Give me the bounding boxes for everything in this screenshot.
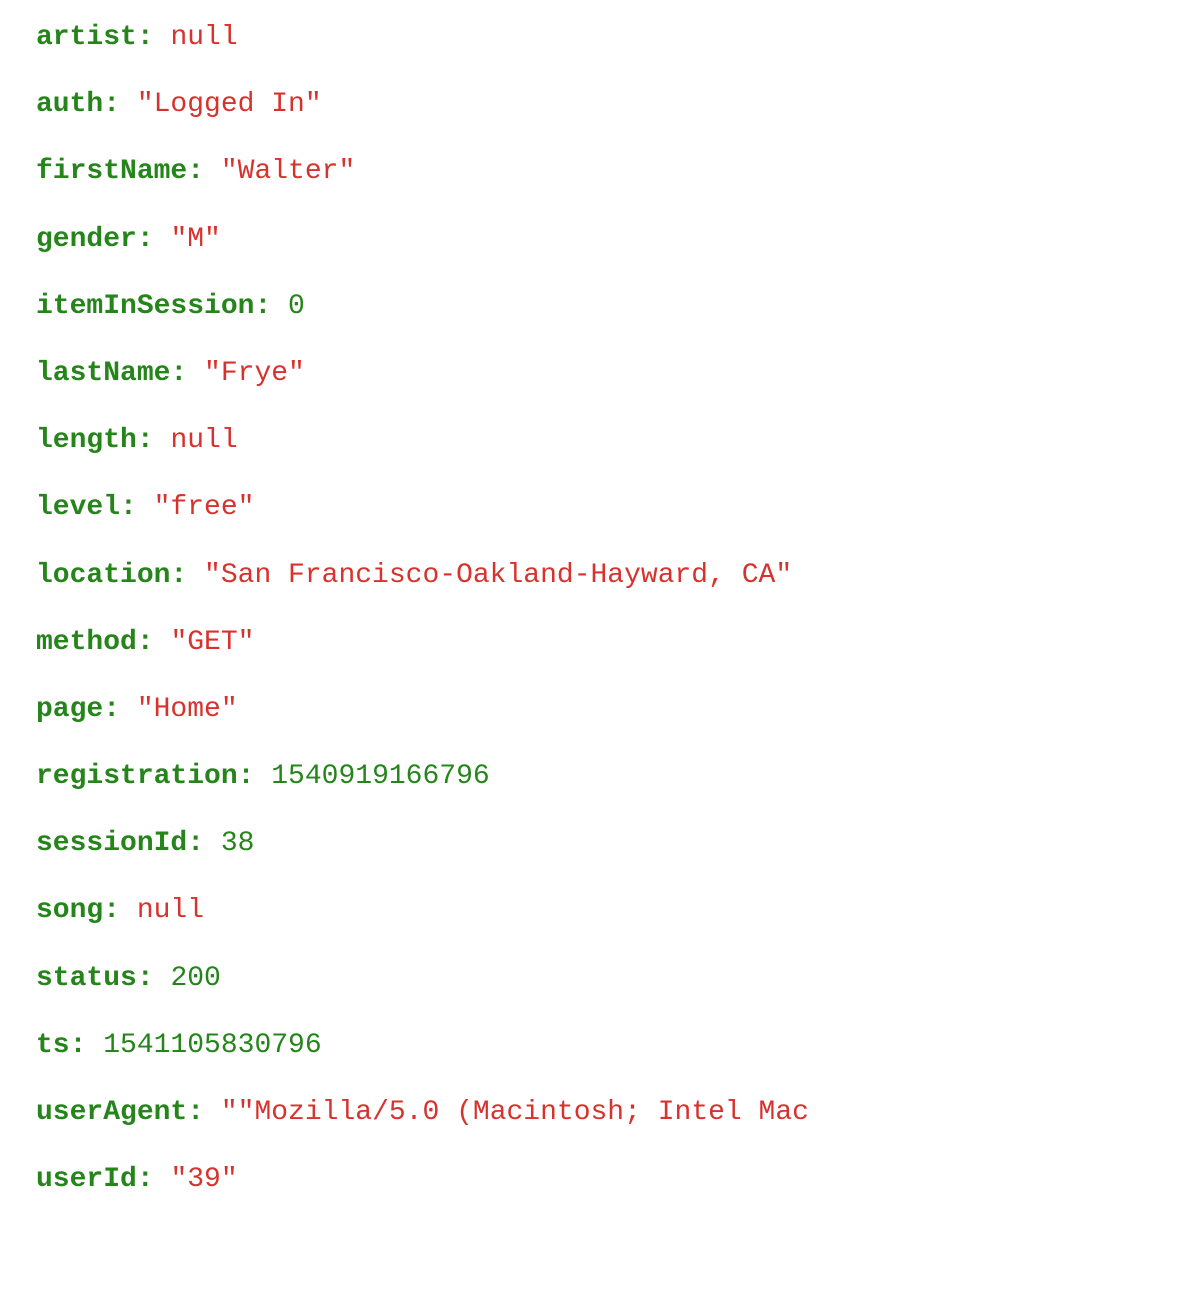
field-row: level: "free" <box>36 488 1166 527</box>
field-key: gender <box>36 224 137 255</box>
field-row: length: null <box>36 421 1166 460</box>
field-row: auth: "Logged In" <box>36 85 1166 124</box>
field-row: lastName: "Frye" <box>36 354 1166 393</box>
field-key: registration <box>36 761 238 792</box>
field-value: null <box>170 22 237 53</box>
field-value: "Logged In" <box>137 89 322 120</box>
colon: : <box>238 761 272 792</box>
field-row: registration: 1540919166796 <box>36 757 1166 796</box>
field-value: "Frye" <box>204 358 305 389</box>
field-row: itemInSession: 0 <box>36 287 1166 326</box>
field-key: itemInSession <box>36 291 254 322</box>
colon: : <box>137 425 171 456</box>
field-key: ts <box>36 1030 70 1061</box>
colon: : <box>120 492 154 523</box>
field-key: sessionId <box>36 828 187 859</box>
field-key: page <box>36 694 103 725</box>
colon: : <box>103 895 137 926</box>
field-value: "San Francisco-Oakland-Hayward, CA" <box>204 560 792 591</box>
field-value: "free" <box>154 492 255 523</box>
field-key: userId <box>36 1164 137 1195</box>
field-value: null <box>170 425 237 456</box>
field-value: "Home" <box>137 694 238 725</box>
colon: : <box>103 89 137 120</box>
field-row: firstName: "Walter" <box>36 152 1166 191</box>
colon: : <box>137 627 171 658</box>
colon: : <box>187 828 221 859</box>
colon: : <box>137 22 171 53</box>
field-row: page: "Home" <box>36 690 1166 729</box>
field-value: "M" <box>170 224 220 255</box>
field-row: userId: "39" <box>36 1160 1166 1199</box>
field-row: ts: 1541105830796 <box>36 1026 1166 1065</box>
json-record: artist: null auth: "Logged In" firstName… <box>0 0 1202 1245</box>
field-key: userAgent <box>36 1097 187 1128</box>
field-value: 200 <box>170 963 220 994</box>
field-value: 38 <box>221 828 255 859</box>
colon: : <box>187 1097 221 1128</box>
field-key: auth <box>36 89 103 120</box>
colon: : <box>70 1030 104 1061</box>
field-key: artist <box>36 22 137 53</box>
field-key: status <box>36 963 137 994</box>
field-key: method <box>36 627 137 658</box>
field-key: song <box>36 895 103 926</box>
field-key: length <box>36 425 137 456</box>
colon: : <box>137 224 171 255</box>
field-row: status: 200 <box>36 959 1166 998</box>
colon: : <box>170 358 204 389</box>
colon: : <box>170 560 204 591</box>
field-value: ""Mozilla/5.0 (Macintosh; Intel Mac <box>221 1097 809 1128</box>
field-value: 0 <box>288 291 305 322</box>
colon: : <box>254 291 288 322</box>
field-value: "39" <box>170 1164 237 1195</box>
colon: : <box>187 156 221 187</box>
field-value: 1541105830796 <box>103 1030 321 1061</box>
field-value: "GET" <box>170 627 254 658</box>
field-row: song: null <box>36 891 1166 930</box>
field-row: sessionId: 38 <box>36 824 1166 863</box>
field-row: location: "San Francisco-Oakland-Hayward… <box>36 556 1166 595</box>
field-key: location <box>36 560 170 591</box>
field-key: firstName <box>36 156 187 187</box>
colon: : <box>137 1164 171 1195</box>
field-value: "Walter" <box>221 156 355 187</box>
field-key: level <box>36 492 120 523</box>
field-row: gender: "M" <box>36 220 1166 259</box>
field-key: lastName <box>36 358 170 389</box>
colon: : <box>103 694 137 725</box>
field-value: 1540919166796 <box>271 761 489 792</box>
field-row: userAgent: ""Mozilla/5.0 (Macintosh; Int… <box>36 1093 1166 1132</box>
field-value: null <box>137 895 204 926</box>
colon: : <box>137 963 171 994</box>
field-row: method: "GET" <box>36 623 1166 662</box>
field-row: artist: null <box>36 18 1166 57</box>
